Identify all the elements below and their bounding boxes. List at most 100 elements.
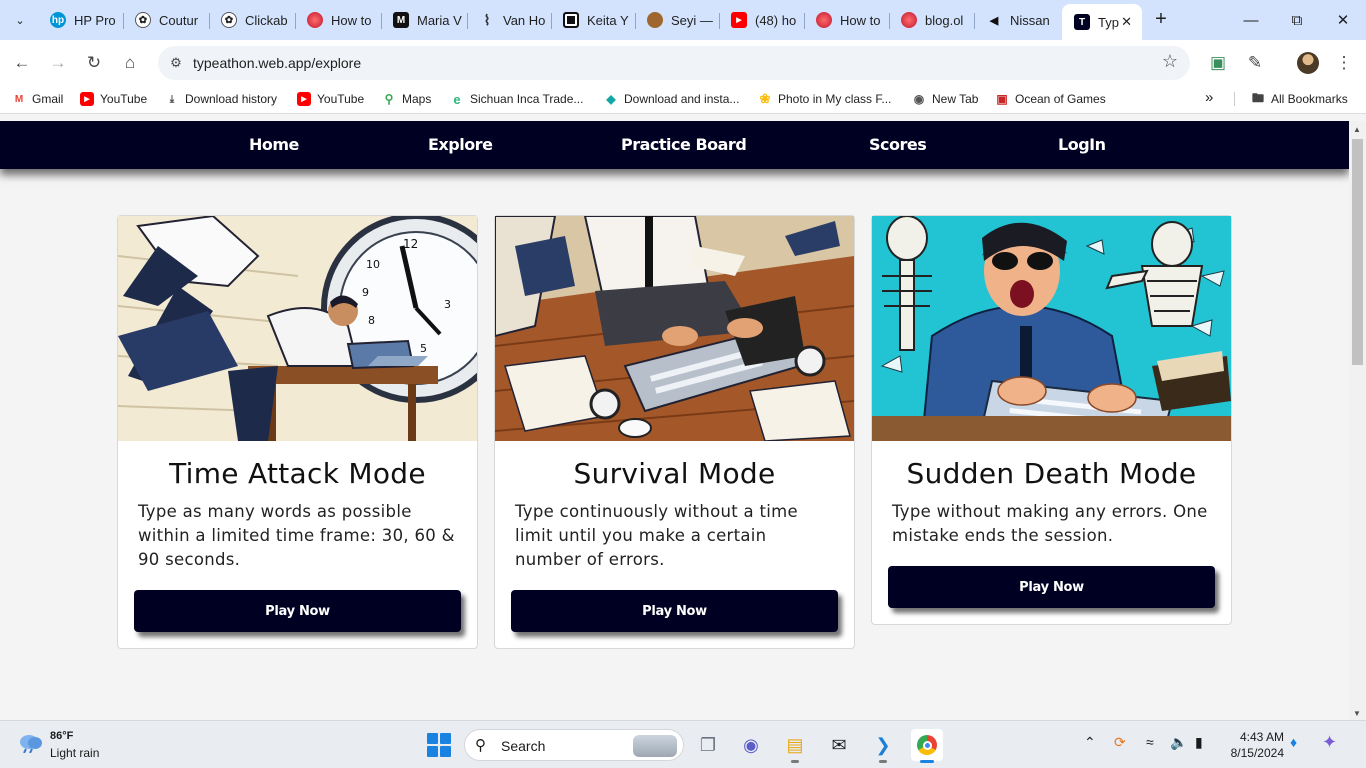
forward-button[interactable]: → <box>44 49 72 77</box>
bookmark-item[interactable]: ⚲ Maps <box>382 92 432 106</box>
home-icon: ⌂ <box>124 53 136 72</box>
extensions-button[interactable]: ✎ <box>1241 49 1269 77</box>
url-text[interactable]: typeathon.web.app/explore <box>193 55 361 71</box>
nav-explore[interactable]: Explore <box>428 135 493 154</box>
card-description: Type continuously without a time limit u… <box>515 502 798 569</box>
mode-card-sudden-death: Sudden Death Mode Type without making an… <box>871 215 1232 625</box>
sync-icon[interactable]: ⟳ <box>1114 734 1126 751</box>
notification-bell-icon[interactable]: ♦ <box>1290 734 1297 750</box>
opera-icon <box>901 12 917 28</box>
bookmark-item[interactable]: M Gmail <box>12 92 64 106</box>
bookmark-label: All Bookmarks <box>1271 92 1348 106</box>
close-icon[interactable]: ✕ <box>1121 14 1132 30</box>
weather-temperature[interactable]: 86°F <box>50 730 73 742</box>
windows-logo-pane <box>440 746 451 757</box>
browser-tab[interactable]: ✿ Clickab <box>211 6 296 34</box>
nav-home[interactable]: Home <box>249 135 299 154</box>
address-bar[interactable]: ⚙ typeathon.web.app/explore ☆ <box>158 46 1190 80</box>
chatgpt-icon: ✿ <box>221 12 237 28</box>
opera-icon <box>816 12 832 28</box>
copilot-icon[interactable]: ✦ <box>1322 732 1337 753</box>
battery-icon[interactable]: ▮ <box>1195 734 1203 751</box>
tab-search-button[interactable]: ⌄ <box>8 8 32 32</box>
wifi-icon[interactable]: ≈ <box>1146 734 1154 750</box>
mail-button[interactable]: ✉ <box>823 729 855 761</box>
search-highlight-image <box>633 735 677 757</box>
weather-description[interactable]: Light rain <box>50 746 99 760</box>
browser-tab[interactable]: ⌇ Van Ho <box>469 6 552 34</box>
clock-date: 8/15/2024 <box>1230 746 1284 760</box>
browser-tab[interactable]: Keita Y <box>553 6 636 34</box>
bookmark-item[interactable]: ◆ Download and insta... <box>604 92 739 106</box>
nav-practice-board[interactable]: Practice Board <box>621 135 747 154</box>
taskbar-search[interactable]: ⚲ Search <box>464 729 684 761</box>
bookmark-label: Maps <box>402 92 432 106</box>
browser-tab[interactable]: blog.ol <box>891 6 975 34</box>
browser-tab[interactable]: How to <box>806 6 890 34</box>
svg-text:12: 12 <box>403 237 418 251</box>
task-view-button[interactable]: ❐ <box>692 729 724 761</box>
teams-chat-button[interactable]: ◉ <box>735 729 767 761</box>
browser-tab[interactable]: Seyi — <box>637 6 720 34</box>
chevron-up-icon[interactable]: ⌃ <box>1084 734 1096 751</box>
restore-button[interactable]: ⧉ <box>1274 0 1320 40</box>
clock-time: 4:43 AM <box>1239 730 1284 744</box>
tab-title: blog.ol <box>925 12 964 28</box>
browser-tab[interactable]: ◀ Nissan <box>976 6 1060 34</box>
browser-tab[interactable]: ✿ Coutur <box>125 6 210 34</box>
bookmark-item[interactable]: ▶ YouTube <box>297 92 364 106</box>
profile-avatar[interactable] <box>1297 52 1319 74</box>
bookmark-label: Download and insta... <box>624 92 740 106</box>
bookmark-item[interactable]: ⤓ Download history <box>165 92 277 106</box>
medium-icon: M <box>393 12 409 28</box>
system-clock[interactable]: 4:43 AM 8/15/2024 <box>1226 729 1284 761</box>
globe-icon: ◉ <box>913 92 925 106</box>
bookmark-item[interactable]: ◉ New Tab <box>912 92 979 106</box>
all-bookmarks-button[interactable]: 🖿 All Bookmarks <box>1234 90 1348 106</box>
browser-tab[interactable]: M Maria V <box>383 6 468 34</box>
bookmark-item[interactable]: ▣ Ocean of Games <box>995 92 1105 106</box>
new-tab-button[interactable]: + <box>1150 8 1172 30</box>
bookmark-item[interactable]: ▶ YouTube <box>80 92 147 106</box>
svg-text:9: 9 <box>362 286 369 299</box>
bookmark-label: YouTube <box>100 92 148 106</box>
rain-cloud-icon[interactable] <box>18 733 44 753</box>
close-window-button[interactable]: ✕ <box>1320 0 1366 40</box>
more-bookmarks-button[interactable]: » <box>1205 89 1213 106</box>
maps-icon: ⚲ <box>384 92 394 106</box>
site-info-icon[interactable]: ⚙ <box>166 53 186 73</box>
bookmark-star-icon[interactable]: ☆ <box>1162 51 1178 72</box>
browser-tab[interactable]: How to <box>297 6 382 34</box>
menu-button[interactable]: ⋮ <box>1330 49 1358 77</box>
browser-tab[interactable]: ▶ (48) ho <box>721 6 805 34</box>
bookmark-item[interactable]: ❀ Photo in My class F... <box>758 91 892 106</box>
home-button[interactable]: ⌂ <box>116 49 144 77</box>
extension-save-button[interactable]: ▣ <box>1204 49 1232 77</box>
play-now-button[interactable]: Play Now <box>511 590 838 632</box>
scrollbar-thumb[interactable] <box>1352 139 1363 365</box>
file-explorer-button[interactable]: ▤ <box>779 729 811 763</box>
nav-scores[interactable]: Scores <box>869 135 927 154</box>
folder-icon: 🖿 <box>1251 90 1264 105</box>
svg-text:8: 8 <box>368 314 375 327</box>
chrome-button[interactable] <box>911 729 943 763</box>
scroll-down-icon[interactable]: ▼ <box>1353 709 1361 718</box>
scroll-up-icon[interactable]: ▲ <box>1353 125 1361 134</box>
bookmark-label: New Tab <box>932 92 979 106</box>
minimize-button[interactable]: — <box>1228 0 1274 40</box>
reload-icon: ↻ <box>86 53 102 72</box>
page-scrollbar[interactable]: ▲ ▼ <box>1349 121 1366 720</box>
speaker-icon[interactable]: 🔈 <box>1170 734 1187 751</box>
back-button[interactable]: ← <box>8 49 36 77</box>
start-button[interactable] <box>427 733 451 757</box>
reload-button[interactable]: ↻ <box>80 49 108 77</box>
browser-tab-active[interactable]: T Typ ✕ <box>1062 4 1142 40</box>
nav-login[interactable]: LogIn <box>1058 135 1106 154</box>
bookmark-label: Download history <box>185 92 278 106</box>
vscode-button[interactable]: ❯ <box>867 729 899 763</box>
play-now-button[interactable]: Play Now <box>888 566 1215 608</box>
browser-tab[interactable]: hp HP Pro <box>40 6 124 34</box>
bookmark-item[interactable]: e Sichuan Inca Trade... <box>450 92 583 107</box>
play-now-button[interactable]: Play Now <box>134 590 461 632</box>
tab-title: (48) ho <box>755 12 797 28</box>
